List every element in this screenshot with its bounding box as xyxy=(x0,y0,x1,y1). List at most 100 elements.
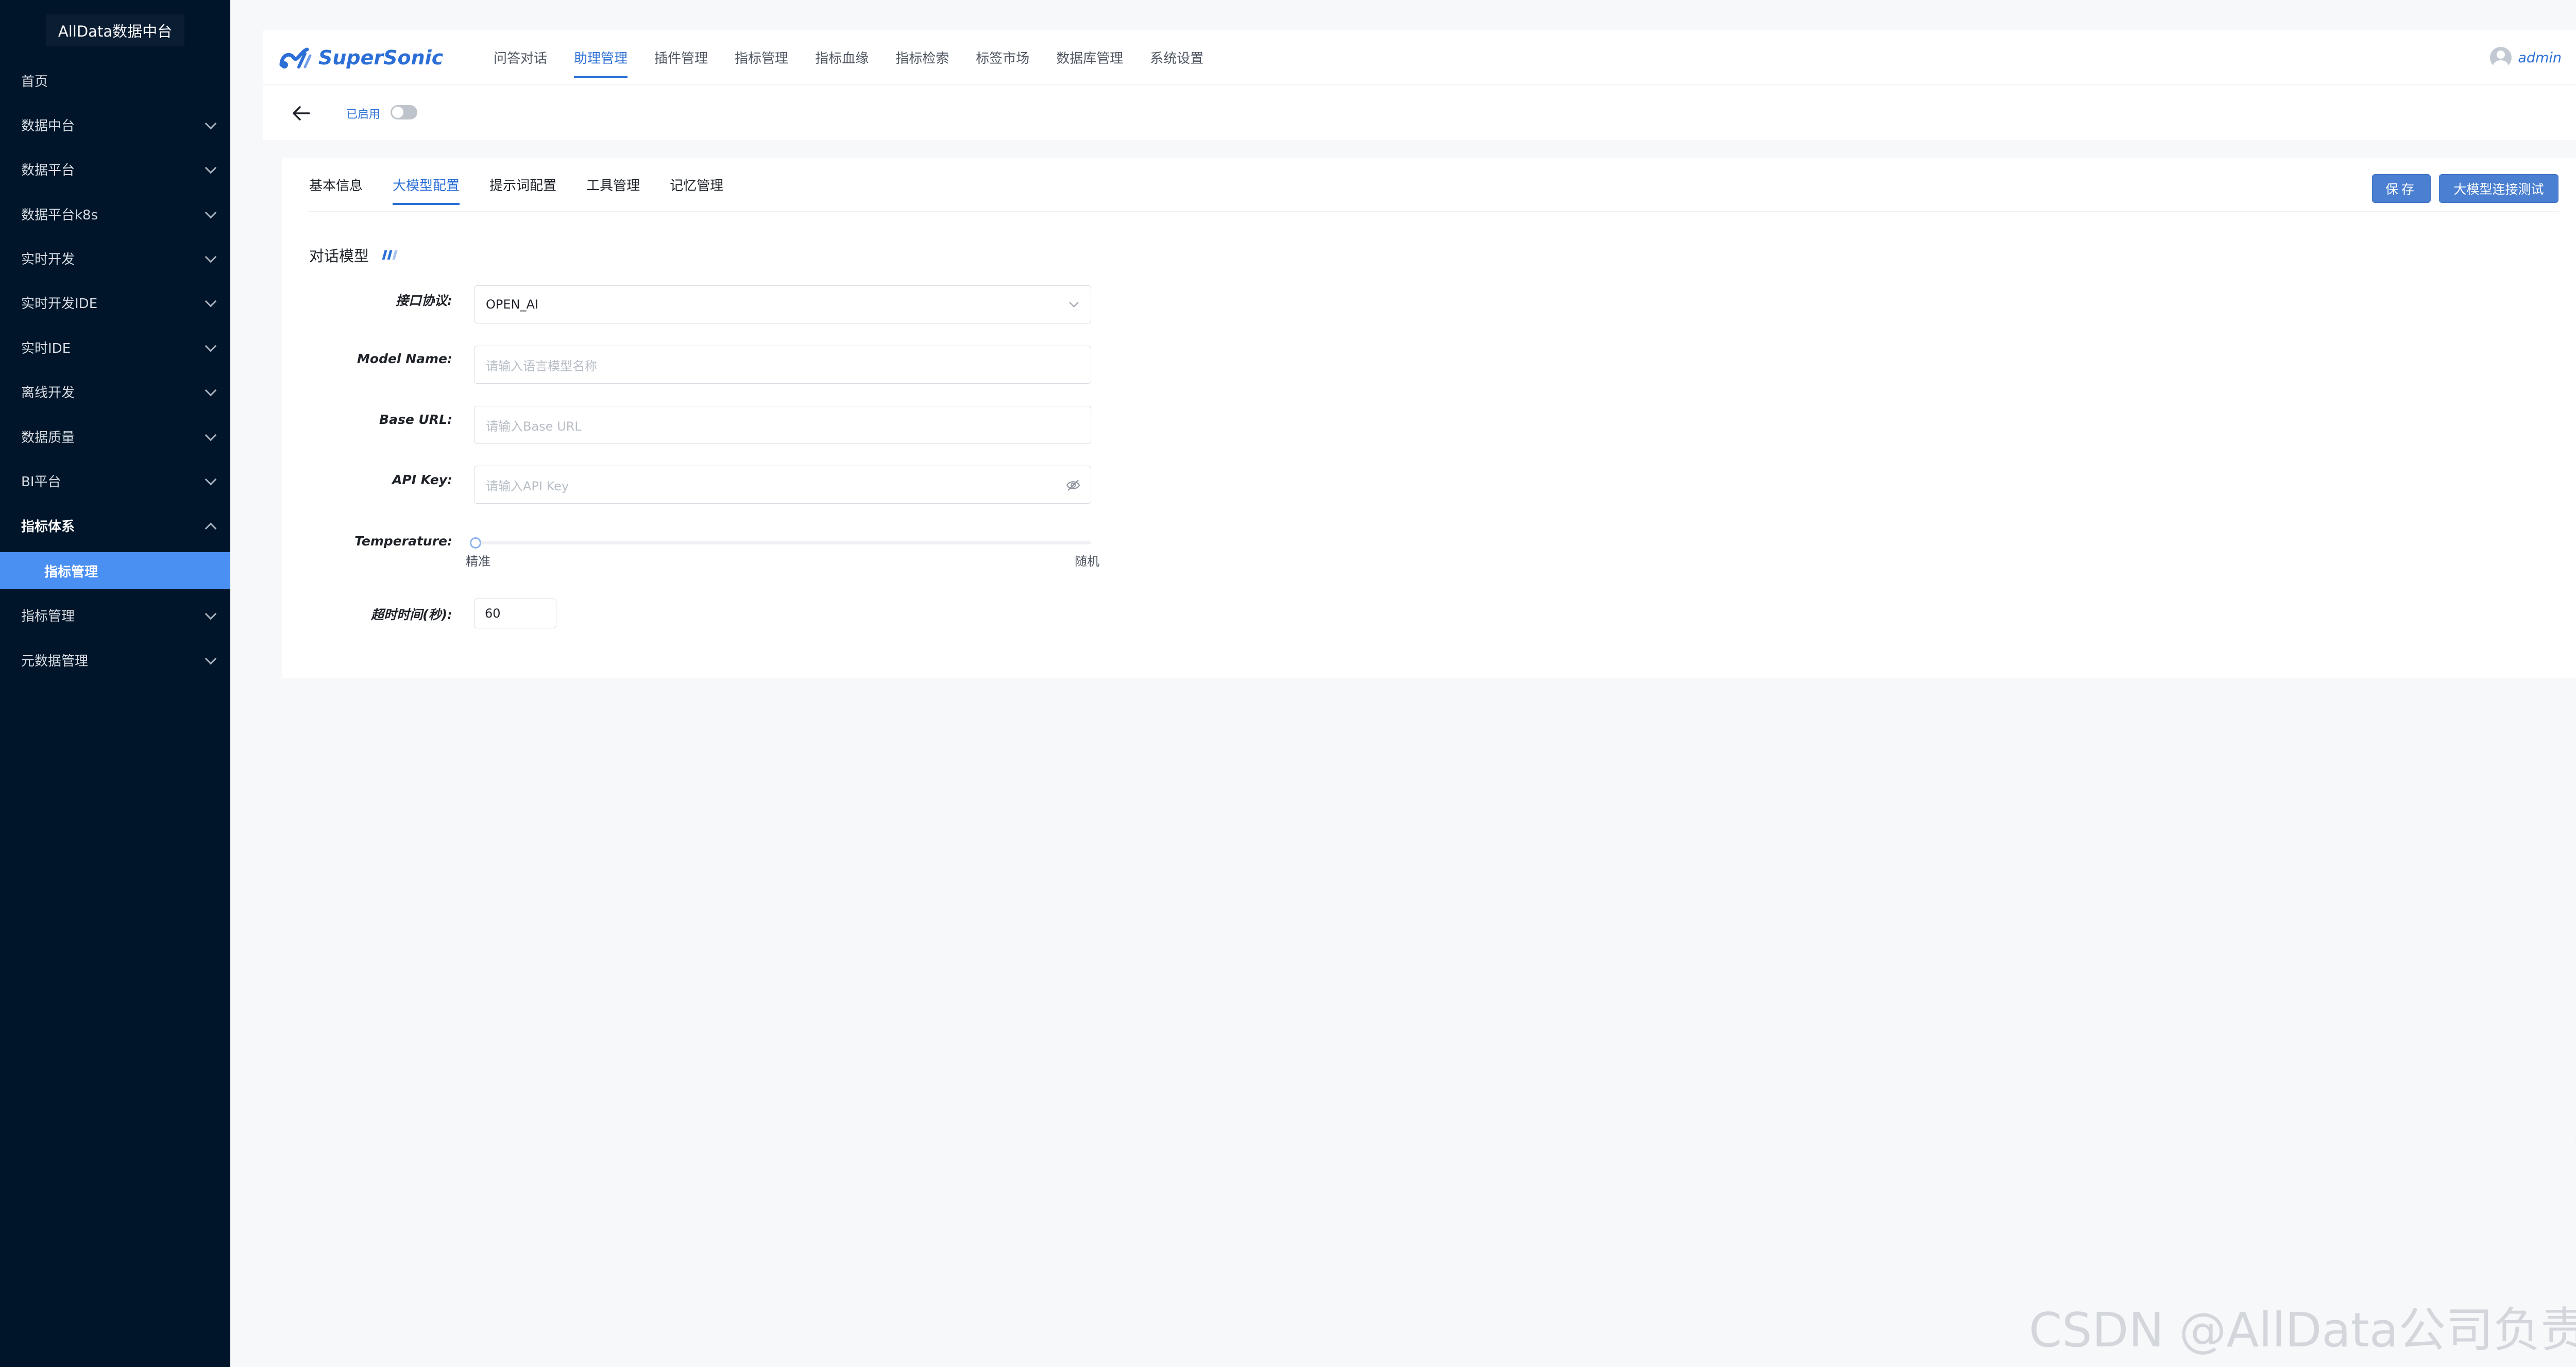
chevron-down-icon xyxy=(205,117,217,130)
assistant-subbar: 已启用 xyxy=(263,86,2576,140)
protocol-label: 接口协议: xyxy=(396,293,452,308)
model-name-input[interactable]: 请输入语言模型名称 xyxy=(474,346,1091,384)
sidebar-item-label: 实时开发IDE xyxy=(21,296,98,312)
timeout-value: 60 xyxy=(485,606,501,621)
sidebar: AllData数据中台 首页 数据中台 数据平台 数据平台k8s 实时开发 实时… xyxy=(0,0,230,1367)
api-key-placeholder: 请输入API Key xyxy=(486,479,569,493)
llm-connection-test-button[interactable]: 大模型连接测试 xyxy=(2439,174,2558,203)
app-title: AllData数据中台 xyxy=(45,14,185,46)
nav-assistant-management[interactable]: 助理管理 xyxy=(574,30,628,85)
nav-system-settings[interactable]: 系统设置 xyxy=(1150,30,1204,85)
sidebar-item-label: 指标管理 xyxy=(21,608,75,624)
chevron-down-icon xyxy=(205,653,217,665)
api-key-input[interactable]: 请输入API Key xyxy=(474,466,1091,504)
sidebar-item-realtime-ide[interactable]: 实时IDE xyxy=(0,329,230,366)
sidebar-item-label: 数据中台 xyxy=(21,118,75,134)
eye-off-icon[interactable] xyxy=(1066,479,1080,492)
sidebar-item-label: 数据平台k8s xyxy=(21,207,98,223)
sidebar-item-realtime-dev-ide[interactable]: 实时开发IDE xyxy=(0,284,230,321)
sidebar-item-realtime-dev[interactable]: 实时开发 xyxy=(0,240,230,277)
temperature-min-label: 精准 xyxy=(466,554,490,569)
tab-basic-info[interactable]: 基本信息 xyxy=(309,158,363,211)
save-button[interactable]: 保存 xyxy=(2372,174,2431,203)
tab-memory-management[interactable]: 记忆管理 xyxy=(670,158,723,211)
section-title: 对话模型 xyxy=(309,244,399,266)
chevron-down-icon xyxy=(205,340,217,352)
sidebar-item-label: 离线开发 xyxy=(21,385,75,401)
sidebar-title: AllData数据中台 xyxy=(0,0,230,61)
username: admin xyxy=(2518,49,2562,66)
model-name-placeholder: 请输入语言模型名称 xyxy=(486,358,597,373)
sidebar-subitem-metric-management[interactable]: 指标管理 xyxy=(0,552,230,589)
temperature-slider-track[interactable] xyxy=(474,541,1091,544)
sidebar-item-data-platform-k8s[interactable]: 数据平台k8s xyxy=(0,195,230,232)
watermark: CSDN @AllData公司负责人 xyxy=(2029,1303,2576,1358)
section-title-text: 对话模型 xyxy=(309,247,369,265)
sidebar-item-label: 首页 xyxy=(21,74,48,90)
sidebar-item-label: 实时开发 xyxy=(21,251,75,267)
nav-database-management[interactable]: 数据库管理 xyxy=(1056,30,1123,85)
tab-tool-management[interactable]: 工具管理 xyxy=(586,158,640,211)
logo-text: SuperSonic xyxy=(318,46,444,69)
user-menu[interactable]: admin xyxy=(2490,44,2562,71)
avatar xyxy=(2490,47,2512,69)
sidebar-item-label: 数据质量 xyxy=(21,430,75,446)
timeout-label: 超时时间(秒): xyxy=(371,607,452,622)
sidebar-item-data-platform[interactable]: 数据平台 xyxy=(0,150,230,187)
protocol-select[interactable]: OPEN_AI xyxy=(474,285,1091,323)
temperature-slider-handle[interactable] xyxy=(470,537,481,549)
sidebar-item-label: 指标管理 xyxy=(44,564,98,580)
nav-qa-chat[interactable]: 问答对话 xyxy=(494,30,547,85)
chevron-down-icon xyxy=(205,473,217,486)
enabled-toggle[interactable] xyxy=(391,105,417,119)
protocol-value: OPEN_AI xyxy=(486,297,538,312)
enabled-status-label: 已启用 xyxy=(346,108,381,121)
logo-icon xyxy=(279,47,312,69)
chevron-down-icon xyxy=(205,608,217,620)
chevron-down-icon xyxy=(205,429,217,441)
tab-llm-config[interactable]: 大模型配置 xyxy=(393,158,460,211)
sidebar-item-metadata-management[interactable]: 元数据管理 xyxy=(0,641,230,678)
sidebar-item-offline-dev[interactable]: 离线开发 xyxy=(0,373,230,410)
supersonic-logo[interactable]: SuperSonic xyxy=(278,41,443,74)
main-nav: 问答对话 助理管理 插件管理 指标管理 指标血缘 指标检索 标签市场 数据库管理… xyxy=(494,30,1230,85)
sidebar-item-metric-management[interactable]: 指标管理 xyxy=(0,596,230,634)
nav-tag-market[interactable]: 标签市场 xyxy=(976,30,1029,85)
chevron-down-icon xyxy=(1069,298,1079,307)
sidebar-item-data-quality[interactable]: 数据质量 xyxy=(0,418,230,455)
sidebar-item-label: 元数据管理 xyxy=(21,653,89,669)
sidebar-item-label: 指标体系 xyxy=(21,519,75,535)
timeout-input[interactable]: 60 xyxy=(474,599,556,628)
nav-metric-lineage[interactable]: 指标血缘 xyxy=(815,30,869,85)
chevron-down-icon xyxy=(205,207,217,219)
sidebar-item-label: 数据平台 xyxy=(21,162,75,178)
temperature-max-label: 随机 xyxy=(1075,554,1099,569)
chevron-down-icon xyxy=(205,295,217,307)
api-key-label: API Key: xyxy=(392,472,452,487)
tabs-divider xyxy=(309,211,2560,212)
base-url-label: Base URL: xyxy=(379,412,452,427)
chevron-down-icon xyxy=(205,384,217,397)
sidebar-item-metric-system[interactable]: 指标体系 xyxy=(0,507,230,544)
back-arrow-icon[interactable] xyxy=(291,104,311,123)
temperature-label: Temperature: xyxy=(354,534,452,549)
config-card: 基本信息 大模型配置 提示词配置 工具管理 记忆管理 保存 大模型连接测试 对话… xyxy=(282,158,2576,678)
base-url-input[interactable]: 请输入Base URL xyxy=(474,406,1091,444)
nav-metric-search[interactable]: 指标检索 xyxy=(895,30,949,85)
sidebar-item-label: BI平台 xyxy=(21,474,61,490)
chevron-down-icon xyxy=(205,251,217,263)
model-name-label: Model Name: xyxy=(357,351,452,366)
tab-prompt-config[interactable]: 提示词配置 xyxy=(489,158,556,211)
config-tabs: 基本信息 大模型配置 提示词配置 工具管理 记忆管理 xyxy=(309,158,753,211)
chevron-up-icon xyxy=(205,522,217,535)
sidebar-item-label: 实时IDE xyxy=(21,340,71,356)
chevron-down-icon xyxy=(205,162,217,174)
nav-plugin-management[interactable]: 插件管理 xyxy=(654,30,708,85)
section-decoration-icon xyxy=(382,250,399,260)
sidebar-item-home[interactable]: 首页 xyxy=(0,62,230,99)
top-navbar: SuperSonic 问答对话 助理管理 插件管理 指标管理 指标血缘 指标检索… xyxy=(263,30,2576,85)
sidebar-item-data-center[interactable]: 数据中台 xyxy=(0,106,230,143)
sidebar-item-bi-platform[interactable]: BI平台 xyxy=(0,462,230,499)
base-url-placeholder: 请输入Base URL xyxy=(486,419,582,434)
nav-metric-management[interactable]: 指标管理 xyxy=(735,30,788,85)
